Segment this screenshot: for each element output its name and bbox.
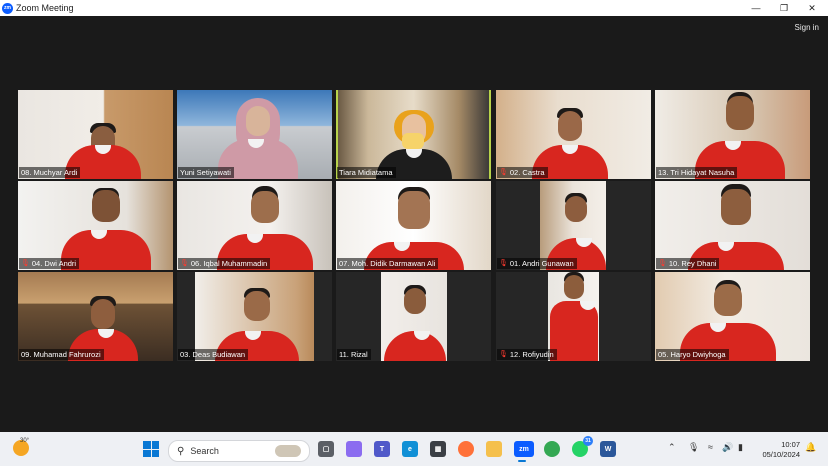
participant-tile[interactable]: 🎙 01. Andri Gunawan xyxy=(496,181,651,270)
sign-in-link[interactable]: Sign in xyxy=(795,23,819,32)
firefox-icon[interactable] xyxy=(458,441,474,457)
clock-date: 05/10/2024 xyxy=(762,450,800,459)
search-placeholder: Search xyxy=(190,446,219,456)
teams-icon[interactable]: T xyxy=(374,441,390,457)
participant-name-label: Yuni Setiyawati xyxy=(178,167,234,178)
notifications-bell-icon[interactable]: 🔔 xyxy=(805,442,816,453)
windows-logo-icon xyxy=(143,441,151,449)
video-feed xyxy=(177,90,332,179)
participant-name-label: 🎙 01. Andri Gunawan xyxy=(497,258,577,269)
participant-tile[interactable]: 13. Tri Hidayat Nasuha xyxy=(655,90,810,179)
whatsapp-icon[interactable]: 31 xyxy=(572,436,593,457)
participant-tile[interactable]: 🎙 04. Dwi Andri xyxy=(18,181,173,270)
participant-name-label: 🎙 02. Castra xyxy=(497,167,548,178)
participant-name-label: 🎙 12. Rofiyudin xyxy=(497,349,557,360)
muted-mic-icon: 🎙 xyxy=(499,169,508,176)
muted-mic-icon: 🎙 xyxy=(180,260,189,267)
video-feed xyxy=(540,181,606,270)
microphone-icon[interactable]: 🎙 xyxy=(688,442,699,453)
battery-icon[interactable]: ▮ xyxy=(738,442,743,453)
copilot-icon[interactable] xyxy=(346,441,362,457)
edge-icon[interactable]: e xyxy=(402,441,418,457)
close-button[interactable]: ✕ xyxy=(798,0,826,16)
participant-tile[interactable]: 🎙 06. Iqbal Muhammadin xyxy=(177,181,332,270)
weather-temperature: 30° xyxy=(20,438,30,444)
video-feed xyxy=(496,90,651,179)
maximize-button[interactable]: ❐ xyxy=(770,0,798,16)
word-icon[interactable]: W xyxy=(600,441,616,457)
window-title: Zoom Meeting xyxy=(16,3,74,13)
video-feed xyxy=(18,90,173,179)
participant-tile[interactable]: 08. Muchyar Ardi xyxy=(18,90,173,179)
video-feed xyxy=(177,181,332,270)
participant-tile[interactable]: 05. Haryo Dwiyhoga xyxy=(655,272,810,361)
muted-mic-icon: 🎙 xyxy=(658,260,667,267)
participant-tile[interactable]: 🎙 10. Rey Dhani xyxy=(655,181,810,270)
show-hidden-icons-chevron-icon[interactable]: ⌃ xyxy=(668,442,676,453)
participant-tile[interactable]: 07. Moh. Didik Darmawan Ali xyxy=(336,181,491,270)
taskbar-search-box[interactable]: ⚲ Search xyxy=(168,440,310,462)
clock-time: 10:07 xyxy=(781,440,800,449)
video-feed xyxy=(655,272,810,361)
task-view-icon[interactable]: ▢ xyxy=(318,441,334,457)
participant-name-label: 🎙 10. Rey Dhani xyxy=(656,258,720,269)
chrome-icon[interactable] xyxy=(544,441,560,457)
participant-name-label: Tiara Midiatama xyxy=(337,167,396,178)
notification-badge: 31 xyxy=(583,436,593,446)
zoom-taskbar-icon[interactable]: zm xyxy=(514,441,534,462)
participant-tile-active-speaker[interactable]: Tiara Midiatama xyxy=(336,90,491,179)
volume-icon[interactable]: 🔊 xyxy=(722,442,733,453)
participant-tile[interactable]: 03. Deas Budiawan xyxy=(177,272,332,361)
video-feed xyxy=(338,90,489,179)
video-feed xyxy=(18,272,173,361)
participant-name-label: 13. Tri Hidayat Nasuha xyxy=(656,167,738,178)
participant-tile[interactable]: 11. Rizal xyxy=(336,272,491,361)
zoom-logo-icon: zm xyxy=(2,2,13,14)
file-explorer-icon[interactable] xyxy=(486,441,502,457)
system-clock[interactable]: 10:07 05/10/2024 xyxy=(762,440,800,460)
muted-mic-icon: 🎙 xyxy=(21,260,30,267)
wifi-icon[interactable]: ≈ xyxy=(708,442,713,452)
participant-name-label: 05. Haryo Dwiyhoga xyxy=(656,349,729,360)
video-feed xyxy=(336,181,491,270)
taskbar: 30° ⚲ Search ▢ T e ▦ zm 31 W ⌃ 🎙 ≈ 🔊 ▮ 1… xyxy=(0,432,828,466)
video-feed xyxy=(381,272,447,361)
participant-name-label: 🎙 04. Dwi Andri xyxy=(19,258,80,269)
gallery-view: 08. Muchyar Ardi Yuni Setiyawati Tiara M… xyxy=(18,90,811,361)
participant-name-label: 03. Deas Budiawan xyxy=(178,349,249,360)
participant-tile[interactable]: Yuni Setiyawati xyxy=(177,90,332,179)
participant-tile[interactable]: 🎙 02. Castra xyxy=(496,90,651,179)
participant-name-label: 08. Muchyar Ardi xyxy=(19,167,81,178)
participant-name-label: 🎙 06. Iqbal Muhammadin xyxy=(178,258,271,269)
participant-name-label: 07. Moh. Didik Darmawan Ali xyxy=(337,258,439,269)
title-bar: zm Zoom Meeting — ❐ ✕ xyxy=(0,0,828,16)
search-icon: ⚲ xyxy=(177,445,185,457)
participant-tile[interactable]: 🎙 12. Rofiyudin xyxy=(496,272,651,361)
participant-tile[interactable]: 09. Muhamad Fahrurozi xyxy=(18,272,173,361)
video-feed xyxy=(195,272,314,361)
video-feed xyxy=(18,181,173,270)
video-feed xyxy=(548,272,599,361)
microsoft-store-icon[interactable]: ▦ xyxy=(430,441,446,457)
minimize-button[interactable]: — xyxy=(742,0,770,16)
video-feed xyxy=(655,90,810,179)
video-feed xyxy=(655,181,810,270)
participant-name-label: 09. Muhamad Fahrurozi xyxy=(19,349,104,360)
muted-mic-icon: 🎙 xyxy=(499,260,508,267)
search-highlight-icon xyxy=(275,445,301,457)
muted-mic-icon: 🎙 xyxy=(499,351,508,358)
start-button[interactable] xyxy=(143,441,159,457)
participant-name-label: 11. Rizal xyxy=(337,349,371,360)
